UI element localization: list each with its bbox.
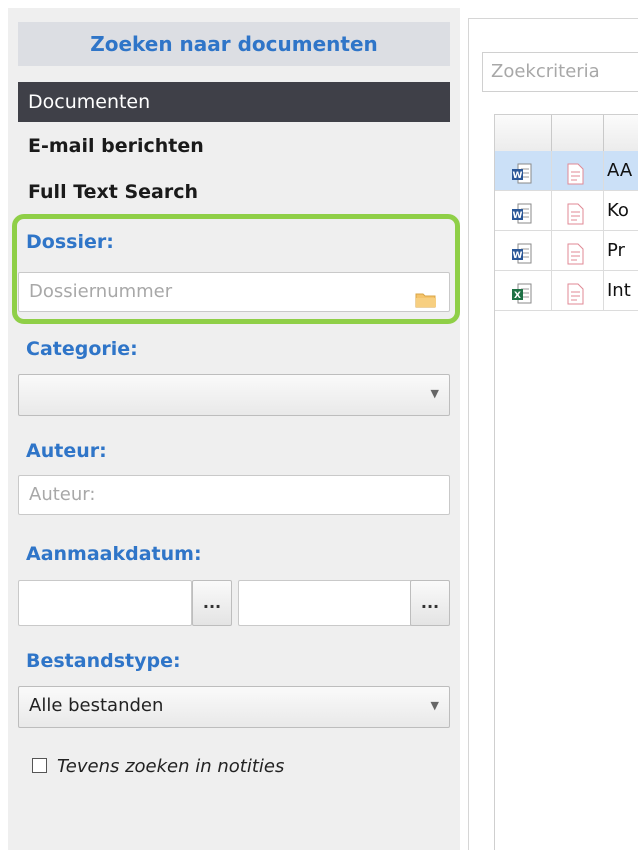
table-row[interactable]: W AA [495, 151, 638, 191]
grid-header [495, 114, 638, 152]
excel-doc-icon: X [511, 280, 533, 319]
date-to-picker-button[interactable]: ... [410, 580, 450, 626]
grid-header-col-name[interactable] [603, 115, 638, 151]
notities-checkbox-row[interactable]: Tevens zoeken in notities [32, 756, 284, 777]
table-row[interactable]: W Ko [495, 191, 638, 231]
bestandstype-value: Alle bestanden [29, 695, 164, 716]
bestandstype-label: Bestandstype: [26, 650, 181, 672]
date-from-picker-button[interactable]: ... [192, 580, 232, 626]
notities-checkbox[interactable] [32, 758, 47, 773]
auteur-input[interactable]: Auteur: [18, 475, 450, 515]
categorie-select[interactable]: ▼ [18, 374, 450, 416]
search-criteria-input[interactable]: Zoekcriteria [482, 52, 638, 92]
dropdown-arrow-icon: ▼ [430, 387, 439, 400]
grid-header-col-note[interactable] [551, 115, 604, 151]
nav-item-fulltext[interactable]: Full Text Search [18, 172, 450, 212]
table-row[interactable]: W Pr [495, 231, 638, 271]
auteur-placeholder: Auteur: [29, 484, 96, 505]
results-grid: W AA W Ko W Pr X Int [494, 114, 638, 850]
svg-text:W: W [513, 251, 523, 261]
row-name: Ko [607, 200, 629, 221]
svg-text:W: W [513, 171, 523, 181]
aanmaakdatum-label: Aanmaakdatum: [26, 543, 202, 565]
row-name: AA [607, 160, 633, 181]
table-row[interactable]: X Int [495, 271, 638, 311]
grid-header-col-type[interactable] [495, 115, 552, 151]
row-name: Int [607, 280, 631, 301]
row-name: Pr [607, 240, 625, 261]
bestandstype-select[interactable]: Alle bestanden ▼ [18, 686, 450, 728]
nav-item-documenten[interactable]: Documenten [18, 82, 450, 122]
date-to-input[interactable] [238, 580, 412, 626]
date-from-input[interactable] [18, 580, 192, 626]
dropdown-arrow-icon: ▼ [430, 699, 439, 712]
svg-text:W: W [513, 211, 523, 221]
categorie-label: Categorie: [26, 338, 138, 360]
panel-title: Zoeken naar documenten [18, 22, 450, 66]
notities-label: Tevens zoeken in notities [57, 756, 285, 777]
note-icon [565, 280, 585, 319]
search-criteria-placeholder: Zoekcriteria [491, 61, 600, 82]
auteur-label: Auteur: [26, 440, 107, 462]
dossier-highlight [12, 214, 460, 324]
nav-item-email[interactable]: E-mail berichten [18, 126, 450, 166]
svg-text:X: X [514, 291, 521, 301]
